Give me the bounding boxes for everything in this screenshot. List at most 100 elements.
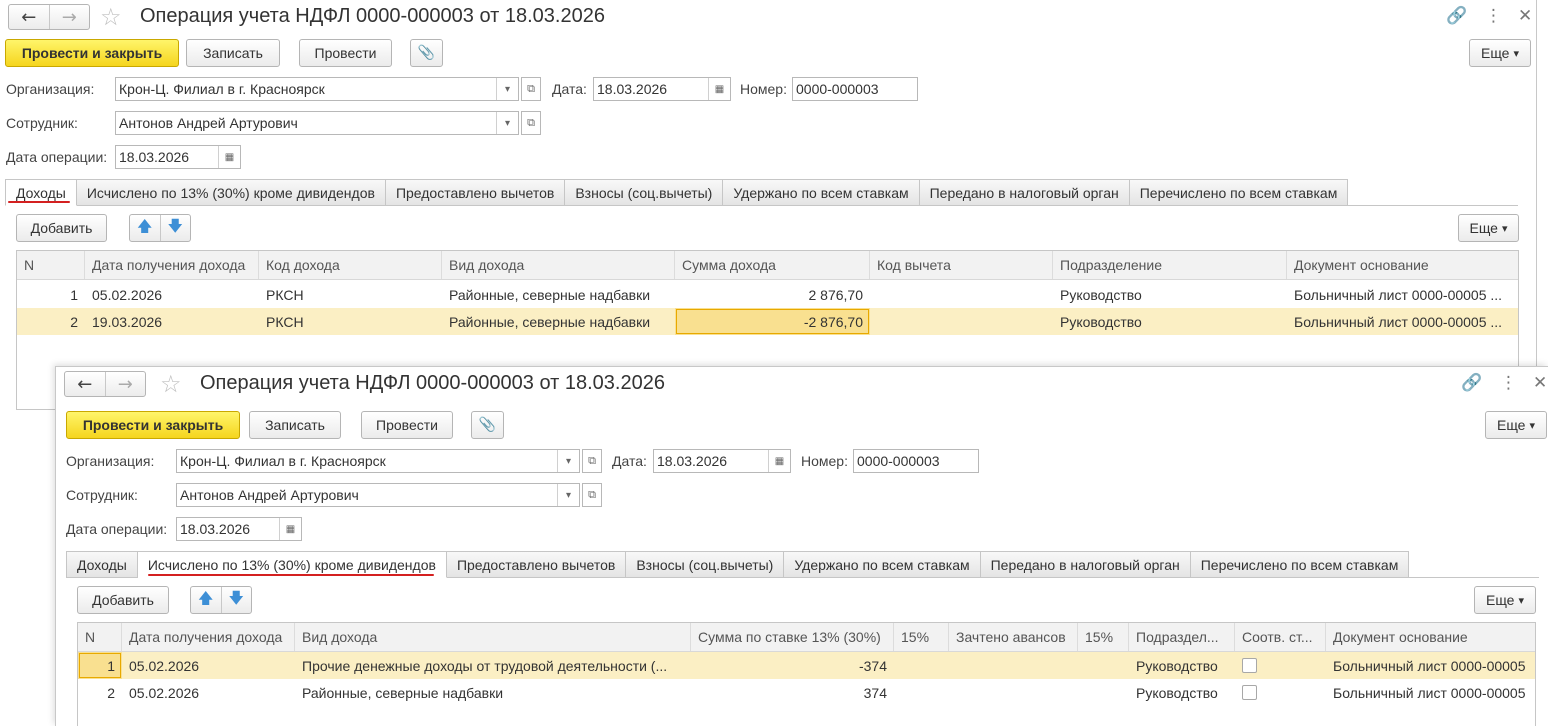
column-header[interactable]: 15% [894,623,949,651]
number-value: 0000-000003 [796,81,879,97]
cell-n-selected[interactable]: 1 [78,652,122,679]
cell-date: 05.02.2026 [129,657,200,674]
paperclip-icon[interactable]: 📎 [410,39,443,67]
tab-calculated-13[interactable]: Исчислено по 13% (30%) кроме дивидендов [76,179,386,206]
more-button[interactable]: Еще [1469,39,1531,67]
arrow-down-icon[interactable]: 🡇 [159,215,191,241]
tab-income[interactable]: Доходы [66,551,138,578]
operation-date-field[interactable]: 18.03.2026 ▦ [176,517,302,541]
cell-advances [949,679,1078,706]
cell-department: Руководство [1136,657,1218,674]
tab-deductions[interactable]: Предоставлено вычетов [446,551,627,578]
close-icon[interactable]: ✕ [1533,373,1547,393]
open-icon[interactable]: ⧉ [521,111,541,135]
column-header[interactable]: Сумма дохода [675,251,870,279]
back-arrow-icon[interactable]: ← [65,372,105,396]
column-header[interactable]: N [78,623,122,651]
post-and-close-button[interactable]: Провести и закрыть [5,39,179,67]
table-row-selected[interactable]: 1 05.02.2026 Прочие денежные доходы от т… [78,652,1535,679]
table-more-button[interactable]: Еще [1458,214,1519,242]
calendar-icon[interactable]: ▦ [218,146,240,168]
tab-paid[interactable]: Перечислено по всем ставкам [1129,179,1349,206]
cell-department: Руководство [1060,313,1142,330]
calendar-icon[interactable]: ▦ [768,450,790,472]
add-button[interactable]: Добавить [77,586,169,614]
column-header[interactable]: Соотв. ст... [1235,623,1326,651]
paperclip-icon[interactable]: 📎 [471,411,504,439]
column-header[interactable]: Код вычета [870,251,1053,279]
kebab-menu-icon[interactable]: ⋮ [1500,373,1517,393]
save-button[interactable]: Записать [186,39,280,67]
dropdown-icon[interactable]: ▾ [557,450,579,472]
link-icon[interactable]: 🔗 [1446,6,1467,26]
column-header[interactable]: Зачтено авансов [949,623,1078,651]
table-row[interactable]: 2 05.02.2026 Районные, северные надбавки… [78,679,1535,706]
tab-transferred-to-tax[interactable]: Передано в налоговый орган [980,551,1191,578]
tab-transferred-to-tax[interactable]: Передано в налоговый орган [919,179,1130,206]
cell-income-type: Районные, северные надбавки [449,286,651,303]
cell-deduction-code [870,308,1053,335]
table-row-selected[interactable]: 2 19.03.2026 РКСН Районные, северные над… [17,308,1518,335]
tab-contributions[interactable]: Взносы (соц.вычеты) [626,551,785,578]
kebab-menu-icon[interactable]: ⋮ [1485,6,1502,26]
column-header[interactable]: Подразделение [1053,251,1287,279]
tab-withheld[interactable]: Удержано по всем ставкам [723,179,920,206]
column-header[interactable]: N [17,251,85,279]
organization-value: Крон-Ц. Филиал в г. Красноярск [180,453,386,469]
add-button[interactable]: Добавить [16,214,107,242]
number-field[interactable]: 0000-000003 [792,77,918,101]
column-header[interactable]: Документ основание [1326,623,1537,651]
organization-field[interactable]: Крон-Ц. Филиал в г. Красноярск ▾ [115,77,519,101]
dropdown-icon[interactable]: ▾ [496,112,518,134]
employee-label: Сотрудник: [6,115,78,131]
post-and-close-button[interactable]: Провести и закрыть [66,411,240,439]
table-more-button[interactable]: Еще [1474,586,1536,614]
open-icon[interactable]: ⧉ [582,449,602,473]
column-header[interactable]: Дата получения дохода [85,251,259,279]
more-button[interactable]: Еще [1485,411,1547,439]
calendar-icon[interactable]: ▦ [279,518,301,540]
employee-field[interactable]: Антонов Андрей Артурович ▾ [176,483,580,507]
date-field[interactable]: 18.03.2026 ▦ [593,77,731,101]
number-field[interactable]: 0000-000003 [853,449,979,473]
post-button[interactable]: Провести [299,39,392,67]
table-row[interactable]: 1 05.02.2026 РКСН Районные, северные над… [17,281,1518,308]
tab-contributions[interactable]: Взносы (соц.вычеты) [565,179,724,206]
favorite-star-icon[interactable]: ☆ [160,370,182,398]
column-header[interactable]: Дата получения дохода [122,623,295,651]
column-header[interactable]: Код дохода [259,251,442,279]
link-icon[interactable]: 🔗 [1461,373,1482,393]
close-icon[interactable]: ✕ [1518,6,1532,26]
column-header[interactable]: 15% [1078,623,1129,651]
column-header[interactable]: Подраздел... [1129,623,1235,651]
arrow-down-icon[interactable]: 🡇 [220,587,252,613]
column-header[interactable]: Вид дохода [295,623,691,651]
open-icon[interactable]: ⧉ [521,77,541,101]
checkbox[interactable] [1242,685,1257,700]
calendar-icon[interactable]: ▦ [708,78,730,100]
date-field[interactable]: 18.03.2026 ▦ [653,449,791,473]
employee-value: Антонов Андрей Артурович [180,487,359,503]
arrow-up-icon[interactable]: 🡅 [191,587,221,613]
post-button[interactable]: Провести [361,411,453,439]
favorite-star-icon[interactable]: ☆ [100,3,122,31]
open-icon[interactable]: ⧉ [582,483,602,507]
forward-arrow-icon[interactable]: → [48,5,90,29]
column-header[interactable]: Документ основание [1287,251,1520,279]
column-header[interactable]: Сумма по ставке 13% (30%) [691,623,894,651]
dropdown-icon[interactable]: ▾ [496,78,518,100]
tab-paid[interactable]: Перечислено по всем ставкам [1190,551,1410,578]
tab-deductions[interactable]: Предоставлено вычетов [385,179,566,206]
forward-arrow-icon[interactable]: → [104,372,146,396]
dropdown-icon[interactable]: ▾ [557,484,579,506]
organization-field[interactable]: Крон-Ц. Филиал в г. Красноярск ▾ [176,449,580,473]
column-header[interactable]: Вид дохода [442,251,675,279]
checkbox[interactable] [1242,658,1257,673]
operation-date-field[interactable]: 18.03.2026 ▦ [115,145,241,169]
back-arrow-icon[interactable]: ← [9,5,49,29]
tab-withheld[interactable]: Удержано по всем ставкам [784,551,981,578]
arrow-up-icon[interactable]: 🡅 [130,215,160,241]
employee-field[interactable]: Антонов Андрей Артурович ▾ [115,111,519,135]
cell-amount-selected[interactable]: -2 876,70 [675,308,870,335]
save-button[interactable]: Записать [249,411,341,439]
